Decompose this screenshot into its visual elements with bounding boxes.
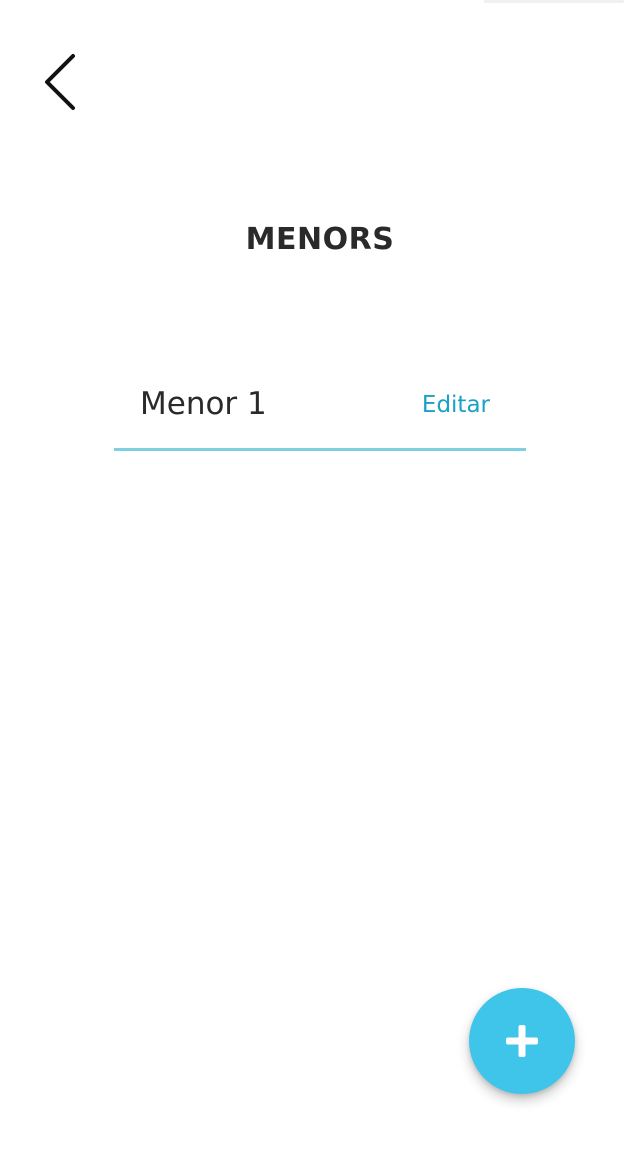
minors-list: Menor 1 Editar <box>114 372 526 451</box>
chevron-left-icon <box>42 52 78 112</box>
edit-link[interactable]: Editar <box>422 392 490 418</box>
add-button[interactable] <box>469 988 575 1094</box>
back-button[interactable] <box>30 46 90 118</box>
page-title: MENORS <box>245 222 395 257</box>
list-item: Menor 1 Editar <box>114 372 526 451</box>
status-bar-strip <box>484 0 624 3</box>
list-item-label: Menor 1 <box>140 386 267 422</box>
plus-icon <box>502 1021 542 1061</box>
